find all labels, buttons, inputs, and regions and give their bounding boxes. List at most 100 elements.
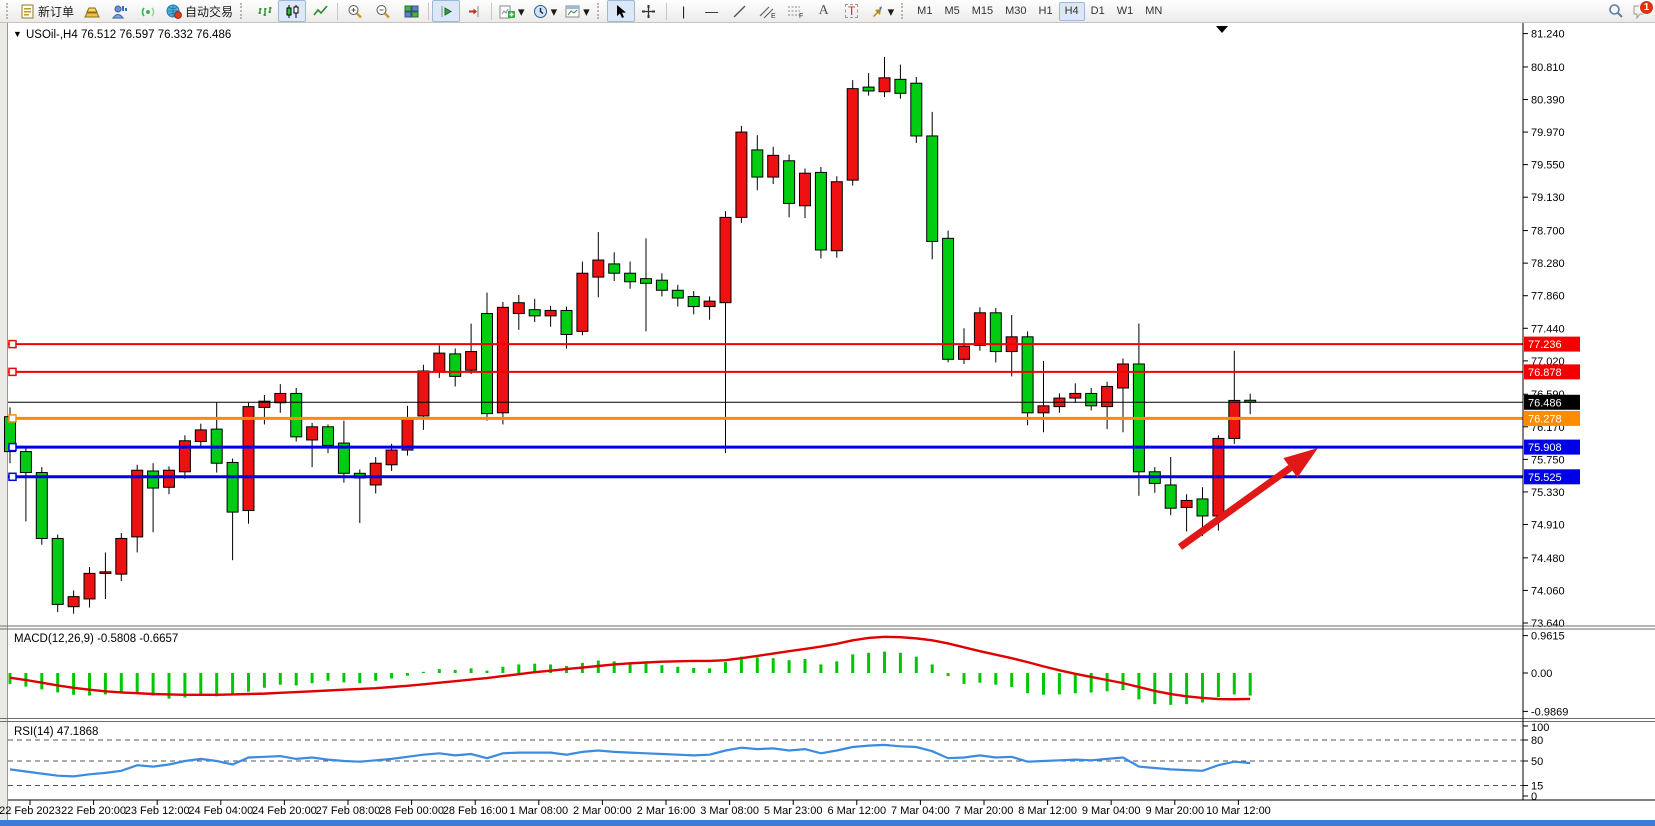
cursor-button[interactable]: [607, 0, 635, 22]
hline-anchor[interactable]: [9, 341, 16, 348]
line-chart-button[interactable]: [306, 0, 334, 22]
zoom-in-icon: [347, 4, 363, 19]
arrows-button[interactable]: ▾: [866, 0, 899, 22]
toolbar-separator: [491, 3, 492, 20]
indicators-icon: [499, 4, 515, 19]
chart-shift-marker[interactable]: [1216, 26, 1228, 33]
timeframe-w1[interactable]: W1: [1111, 2, 1140, 21]
candle-up: [132, 470, 143, 537]
timeframe-h1[interactable]: H1: [1033, 2, 1059, 21]
auto-trading-button[interactable]: 自动交易: [162, 0, 237, 22]
candle-up: [800, 173, 811, 206]
text-label-button[interactable]: T: [838, 0, 866, 22]
search-icon: [1608, 3, 1624, 19]
market-watch-button[interactable]: [78, 0, 106, 22]
channel-button[interactable]: E: [754, 0, 782, 22]
hline-anchor[interactable]: [9, 473, 16, 480]
rsi-layer: 1008050150: [8, 722, 1549, 803]
arrows-icon: [870, 4, 885, 19]
pane-separator-1[interactable]: [0, 626, 1655, 629]
time-axis-label: 24 Feb 04:00: [188, 805, 253, 817]
rsi-axis-label: 50: [1531, 756, 1543, 768]
candle-up: [386, 450, 397, 465]
fibonacci-icon: F: [787, 4, 804, 19]
bar-chart-icon: [257, 4, 272, 19]
candle-down: [291, 393, 302, 436]
text-button[interactable]: A: [810, 0, 838, 22]
fibonacci-button[interactable]: F: [782, 0, 810, 22]
horizontal-line-75.908[interactable]: [8, 444, 1523, 451]
price-axis-label: 74.910: [1531, 520, 1565, 532]
candle-up: [768, 155, 779, 177]
horizontal-line-76.878[interactable]: [8, 368, 1523, 375]
timeframe-m15[interactable]: M15: [966, 2, 999, 21]
candle-down: [943, 238, 954, 359]
candle-up: [1038, 406, 1049, 413]
macd-axis-label: 0.9615: [1531, 631, 1565, 643]
periods-button[interactable]: ▾: [529, 0, 562, 22]
price-axis-label: 80.810: [1531, 62, 1565, 74]
timeframe-d1[interactable]: D1: [1085, 2, 1111, 21]
candle-down: [815, 172, 826, 250]
timeframe-mn[interactable]: MN: [1139, 2, 1168, 21]
timeframe-m5[interactable]: M5: [938, 2, 965, 21]
price-axis-label: 73.640: [1531, 618, 1565, 630]
timeframe-m30[interactable]: M30: [999, 2, 1032, 21]
notifications-button[interactable]: 1: [1630, 1, 1652, 21]
vertical-line-button[interactable]: |: [670, 0, 698, 22]
profile-chart-icon: [112, 4, 128, 19]
trend-arrow-annotation[interactable]: [1180, 448, 1318, 547]
toolbar-grip: [240, 3, 247, 19]
toolbar-grip: [597, 3, 604, 19]
signals-button[interactable]: [134, 0, 162, 22]
trendline-button[interactable]: [726, 0, 754, 22]
candle-down: [1197, 499, 1208, 516]
price-badge-text: 76.878: [1528, 367, 1562, 379]
horizontal-line-button[interactable]: —: [698, 0, 726, 22]
chart-collapse-icon[interactable]: ▼: [13, 29, 22, 39]
hline-anchor[interactable]: [9, 444, 16, 451]
time-axis-label: 9 Mar 04:00: [1082, 805, 1141, 817]
text-label-icon: T: [845, 4, 858, 18]
candlestick-chart-button[interactable]: [278, 0, 306, 22]
candle-up: [1102, 386, 1113, 406]
candle-up: [959, 346, 970, 359]
candle-up: [704, 301, 715, 306]
candle-down: [895, 79, 906, 93]
tile-windows-icon: [404, 4, 419, 19]
search-button[interactable]: [1602, 0, 1630, 22]
price-axis-label: 77.860: [1531, 291, 1565, 303]
candle-up: [68, 597, 79, 607]
zoom-out-button[interactable]: [369, 0, 397, 22]
candle-down: [1165, 485, 1176, 508]
price-badge-text: 75.908: [1528, 442, 1562, 454]
price-axis-label: 74.480: [1531, 553, 1565, 565]
indicators-button[interactable]: ▾: [495, 0, 529, 22]
zoom-in-button[interactable]: [341, 0, 369, 22]
new-order-button[interactable]: 新订单: [16, 0, 78, 22]
time-axis-label: 10 Mar 12:00: [1206, 805, 1271, 817]
timeframe-h4[interactable]: H4: [1059, 2, 1085, 21]
toolbar-separator: [428, 3, 429, 20]
notification-badge: 1: [1639, 0, 1654, 15]
timeframe-m1[interactable]: M1: [911, 2, 938, 21]
text-icon: A: [819, 4, 829, 18]
crosshair-button[interactable]: [635, 0, 663, 22]
pane-separator-2[interactable]: [0, 719, 1655, 722]
bar-chart-button[interactable]: [250, 0, 278, 22]
hline-anchor[interactable]: [9, 415, 16, 422]
templates-button[interactable]: ▾: [561, 0, 594, 22]
candle-up: [545, 310, 556, 315]
candle-down: [641, 279, 652, 284]
current-price-badge-text: 76.486: [1528, 397, 1562, 409]
horizontal-line-76.278[interactable]: [8, 415, 1523, 422]
price-axis-label: 79.130: [1531, 192, 1565, 204]
auto-scroll-button[interactable]: [432, 0, 460, 22]
tile-windows-button[interactable]: [397, 0, 425, 22]
time-axis-layer: 22 Feb 202322 Feb 20:0023 Feb 12:0024 Fe…: [0, 800, 1655, 817]
terminal-button[interactable]: [106, 0, 134, 22]
chart-shift-button[interactable]: [460, 0, 488, 22]
time-axis-label: 24 Feb 20:00: [252, 805, 317, 817]
hline-anchor[interactable]: [9, 368, 16, 375]
horizontal-line-77.236[interactable]: [8, 341, 1523, 348]
